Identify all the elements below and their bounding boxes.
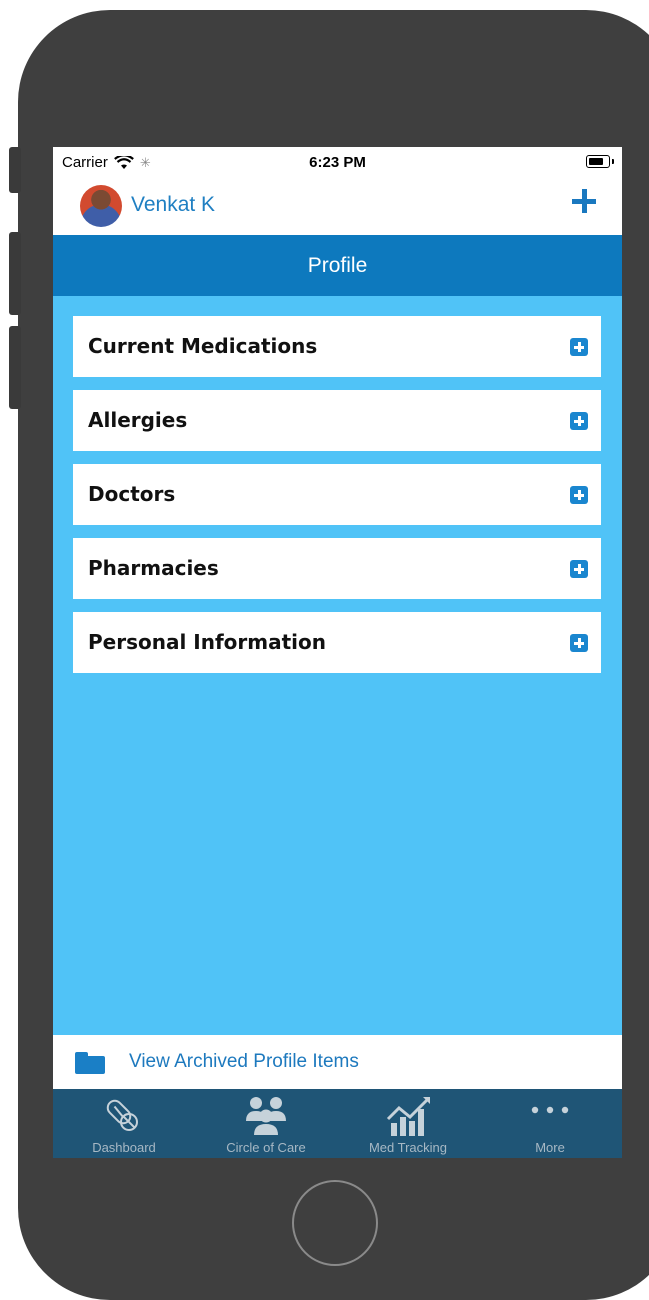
section-allergies[interactable]: Allergies [73,390,601,451]
mute-switch [9,147,21,193]
view-archived-button[interactable]: View Archived Profile Items [53,1035,622,1089]
section-doctors[interactable]: Doctors [73,464,601,525]
chart-icon [386,1097,430,1136]
folder-icon [75,1052,105,1074]
app-screen: Carrier ✳ 6:23 PM Venkat K Profile Curre… [53,147,622,1158]
expand-plus-icon[interactable] [570,486,588,504]
page-title: Profile [307,254,368,277]
tab-label: Med Tracking [368,1140,448,1155]
expand-plus-icon[interactable] [570,560,588,578]
section-label: Doctors [88,482,176,506]
page-title-bar: Profile [53,235,622,296]
tab-circle-of-care[interactable]: Circle of Care [195,1089,337,1158]
avatar[interactable] [80,185,122,227]
section-personal-information[interactable]: Personal Information [73,612,601,673]
section-label: Allergies [88,408,188,432]
volume-down-button [9,326,21,409]
home-button[interactable] [292,1180,378,1266]
section-label: Current Medications [88,334,318,358]
tab-label: Dashboard [92,1140,156,1155]
section-label: Personal Information [88,630,326,654]
section-current-medications[interactable]: Current Medications [73,316,601,377]
status-time: 6:23 PM [309,154,366,171]
section-label: Pharmacies [88,556,219,580]
expand-plus-icon[interactable] [570,412,588,430]
tab-med-tracking[interactable]: Med Tracking [337,1089,479,1158]
ellipsis-icon [531,1106,569,1114]
archived-label: View Archived Profile Items [129,1051,359,1072]
tab-more[interactable]: More [479,1089,621,1158]
pills-icon [106,1099,138,1131]
battery-icon [586,155,614,168]
expand-plus-icon[interactable] [570,634,588,652]
app-header: Venkat K [53,177,622,235]
tab-label: More [535,1140,565,1155]
tab-label: Circle of Care [226,1140,306,1155]
expand-plus-icon[interactable] [570,338,588,356]
user-name[interactable]: Venkat K [131,193,215,217]
people-icon [246,1097,286,1135]
status-bar: Carrier ✳ 6:23 PM [53,147,622,177]
section-pharmacies[interactable]: Pharmacies [73,538,601,599]
tab-dashboard[interactable]: Dashboard [53,1089,195,1158]
volume-up-button [9,232,21,315]
add-icon[interactable] [572,189,596,213]
tab-bar: Dashboard Circle of Care Med Tracking Mo… [53,1089,622,1158]
